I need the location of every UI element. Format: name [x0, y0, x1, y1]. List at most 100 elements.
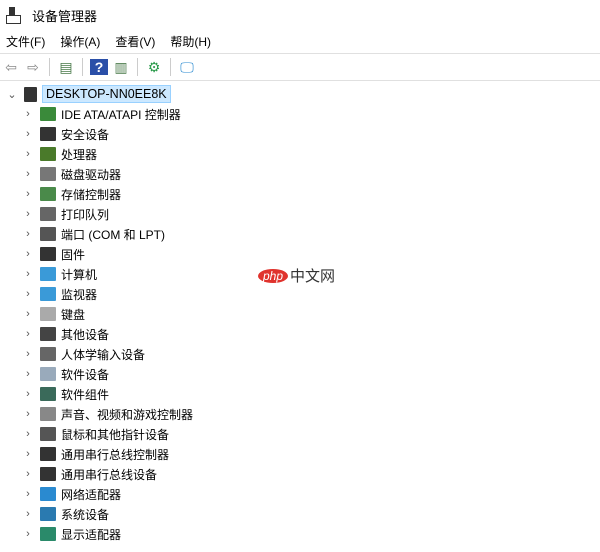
- chevron-right-icon[interactable]: ›: [22, 348, 34, 360]
- tree-item-label: 通用串行总线控制器: [61, 447, 170, 462]
- tree-item[interactable]: › 安全设备: [0, 124, 600, 144]
- chevron-right-icon[interactable]: ›: [22, 428, 34, 440]
- toolbar-separator: [49, 58, 50, 76]
- menu-item[interactable]: 查看(V): [111, 33, 159, 50]
- watermark: php 中文网: [258, 265, 335, 286]
- scan-hardware-icon[interactable]: 🖵: [178, 59, 196, 75]
- chevron-right-icon[interactable]: ›: [22, 488, 34, 500]
- chevron-right-icon[interactable]: ›: [22, 188, 34, 200]
- tree-item-label: 磁盘驱动器: [61, 167, 122, 182]
- tree-item-label: 安全设备: [61, 127, 110, 142]
- tree-item[interactable]: › 系统设备: [0, 504, 600, 524]
- tree-item[interactable]: › 软件组件: [0, 384, 600, 404]
- tree-item-label: 通用串行总线设备: [61, 467, 158, 482]
- device-category-icon: [40, 247, 56, 261]
- tree-item[interactable]: › IDE ATA/ATAPI 控制器: [0, 104, 600, 124]
- show-hide-console-tree-icon[interactable]: ▤: [57, 59, 75, 75]
- tree-item[interactable]: › 处理器: [0, 144, 600, 164]
- tree-item-label: 打印队列: [61, 207, 110, 222]
- tree-item[interactable]: › 软件设备: [0, 364, 600, 384]
- chevron-right-icon[interactable]: ›: [22, 268, 34, 280]
- tree-item[interactable]: › 存储控制器: [0, 184, 600, 204]
- device-category-icon: [40, 167, 56, 181]
- back-icon[interactable]: ⇦: [2, 59, 20, 75]
- chevron-right-icon[interactable]: ›: [22, 248, 34, 260]
- tree-item[interactable]: › 通用串行总线设备: [0, 464, 600, 484]
- tree-item[interactable]: › 人体学输入设备: [0, 344, 600, 364]
- chevron-right-icon[interactable]: ›: [22, 448, 34, 460]
- device-category-icon: [40, 367, 56, 381]
- device-category-icon: [40, 487, 56, 501]
- device-category-icon: [40, 287, 56, 301]
- tree-item[interactable]: › 监视器: [0, 284, 600, 304]
- tree-item-label: 固件: [61, 247, 86, 262]
- tree-item-label: 软件组件: [61, 387, 110, 402]
- tree-item[interactable]: › 声音、视频和游戏控制器: [0, 404, 600, 424]
- tree-item[interactable]: › 其他设备: [0, 324, 600, 344]
- device-category-icon: [40, 127, 56, 141]
- watermark-logo: php: [258, 268, 289, 283]
- device-category-icon: [40, 387, 56, 401]
- menu-item[interactable]: 文件(F): [2, 33, 49, 50]
- forward-icon[interactable]: ⇨: [24, 59, 42, 75]
- computer-icon: [24, 86, 37, 102]
- chevron-right-icon[interactable]: ›: [22, 288, 34, 300]
- tree-item[interactable]: › 通用串行总线控制器: [0, 444, 600, 464]
- device-tree[interactable]: ⌄ DESKTOP-NN0EE8K › IDE ATA/ATAPI 控制器 › 安全设…: [0, 81, 600, 544]
- tree-item[interactable]: › 端口 (COM 和 LPT): [0, 224, 600, 244]
- chevron-right-icon[interactable]: ›: [22, 388, 34, 400]
- tree-root[interactable]: ⌄ DESKTOP-NN0EE8K: [0, 84, 600, 104]
- tree-item-label: 系统设备: [61, 507, 110, 522]
- tree-item-label: 其他设备: [61, 327, 110, 342]
- menu-item[interactable]: 帮助(H): [166, 33, 215, 50]
- tree-item-label: 人体学输入设备: [61, 347, 146, 362]
- chevron-right-icon[interactable]: ›: [22, 128, 34, 140]
- tree-item[interactable]: › 键盘: [0, 304, 600, 324]
- watermark-text: 中文网: [290, 268, 336, 285]
- tree-item-label: 显示适配器: [61, 527, 122, 542]
- device-manager-icon: [6, 7, 21, 24]
- device-category-icon: [40, 407, 56, 421]
- tree-item[interactable]: › 鼠标和其他指针设备: [0, 424, 600, 444]
- tree-item-label: 计算机: [61, 267, 98, 282]
- chevron-right-icon[interactable]: ›: [22, 308, 34, 320]
- chevron-right-icon[interactable]: ›: [22, 328, 34, 340]
- chevron-right-icon[interactable]: ›: [22, 468, 34, 480]
- device-category-icon: [40, 107, 56, 121]
- chevron-right-icon[interactable]: ›: [22, 508, 34, 520]
- device-category-icon: [40, 327, 56, 341]
- tree-item[interactable]: › 固件: [0, 244, 600, 264]
- tree-item-label: 软件设备: [61, 367, 110, 382]
- device-category-icon: [40, 307, 56, 321]
- device-category-icon: [40, 227, 56, 241]
- chevron-right-icon[interactable]: ›: [22, 228, 34, 240]
- toolbar: ⇦ ⇨ ▤? ▥ ⚙ 🖵: [0, 53, 600, 81]
- tree-item[interactable]: › 网络适配器: [0, 484, 600, 504]
- properties-icon[interactable]: ▥: [112, 59, 130, 75]
- device-category-icon: [40, 207, 56, 221]
- tree-item[interactable]: › 磁盘驱动器: [0, 164, 600, 184]
- chevron-right-icon[interactable]: ›: [22, 528, 34, 540]
- title-bar: 设备管理器: [0, 0, 600, 30]
- chevron-right-icon[interactable]: ›: [22, 368, 34, 380]
- device-category-icon: [40, 527, 56, 541]
- chevron-right-icon[interactable]: ›: [22, 108, 34, 120]
- toolbar-separator: [82, 58, 83, 76]
- chevron-right-icon[interactable]: ›: [22, 148, 34, 160]
- tree-item-label: 存储控制器: [61, 187, 122, 202]
- tree-item[interactable]: › 打印队列: [0, 204, 600, 224]
- chevron-right-icon[interactable]: ›: [22, 408, 34, 420]
- help-icon[interactable]: ?: [90, 59, 108, 75]
- chevron-down-icon[interactable]: ⌄: [6, 88, 18, 101]
- tree-item[interactable]: › 显示适配器: [0, 524, 600, 544]
- device-category-icon: [40, 447, 56, 461]
- menu-item[interactable]: 操作(A): [56, 33, 104, 50]
- menu-bar: 文件(F) 操作(A) 查看(V) 帮助(H): [0, 30, 600, 53]
- update-driver-icon[interactable]: ⚙: [145, 59, 163, 75]
- chevron-right-icon[interactable]: ›: [22, 208, 34, 220]
- chevron-right-icon[interactable]: ›: [22, 168, 34, 180]
- tree-item-label: IDE ATA/ATAPI 控制器: [61, 107, 181, 122]
- toolbar-separator: [170, 58, 171, 76]
- device-category-icon: [40, 187, 56, 201]
- device-category-icon: [40, 427, 56, 441]
